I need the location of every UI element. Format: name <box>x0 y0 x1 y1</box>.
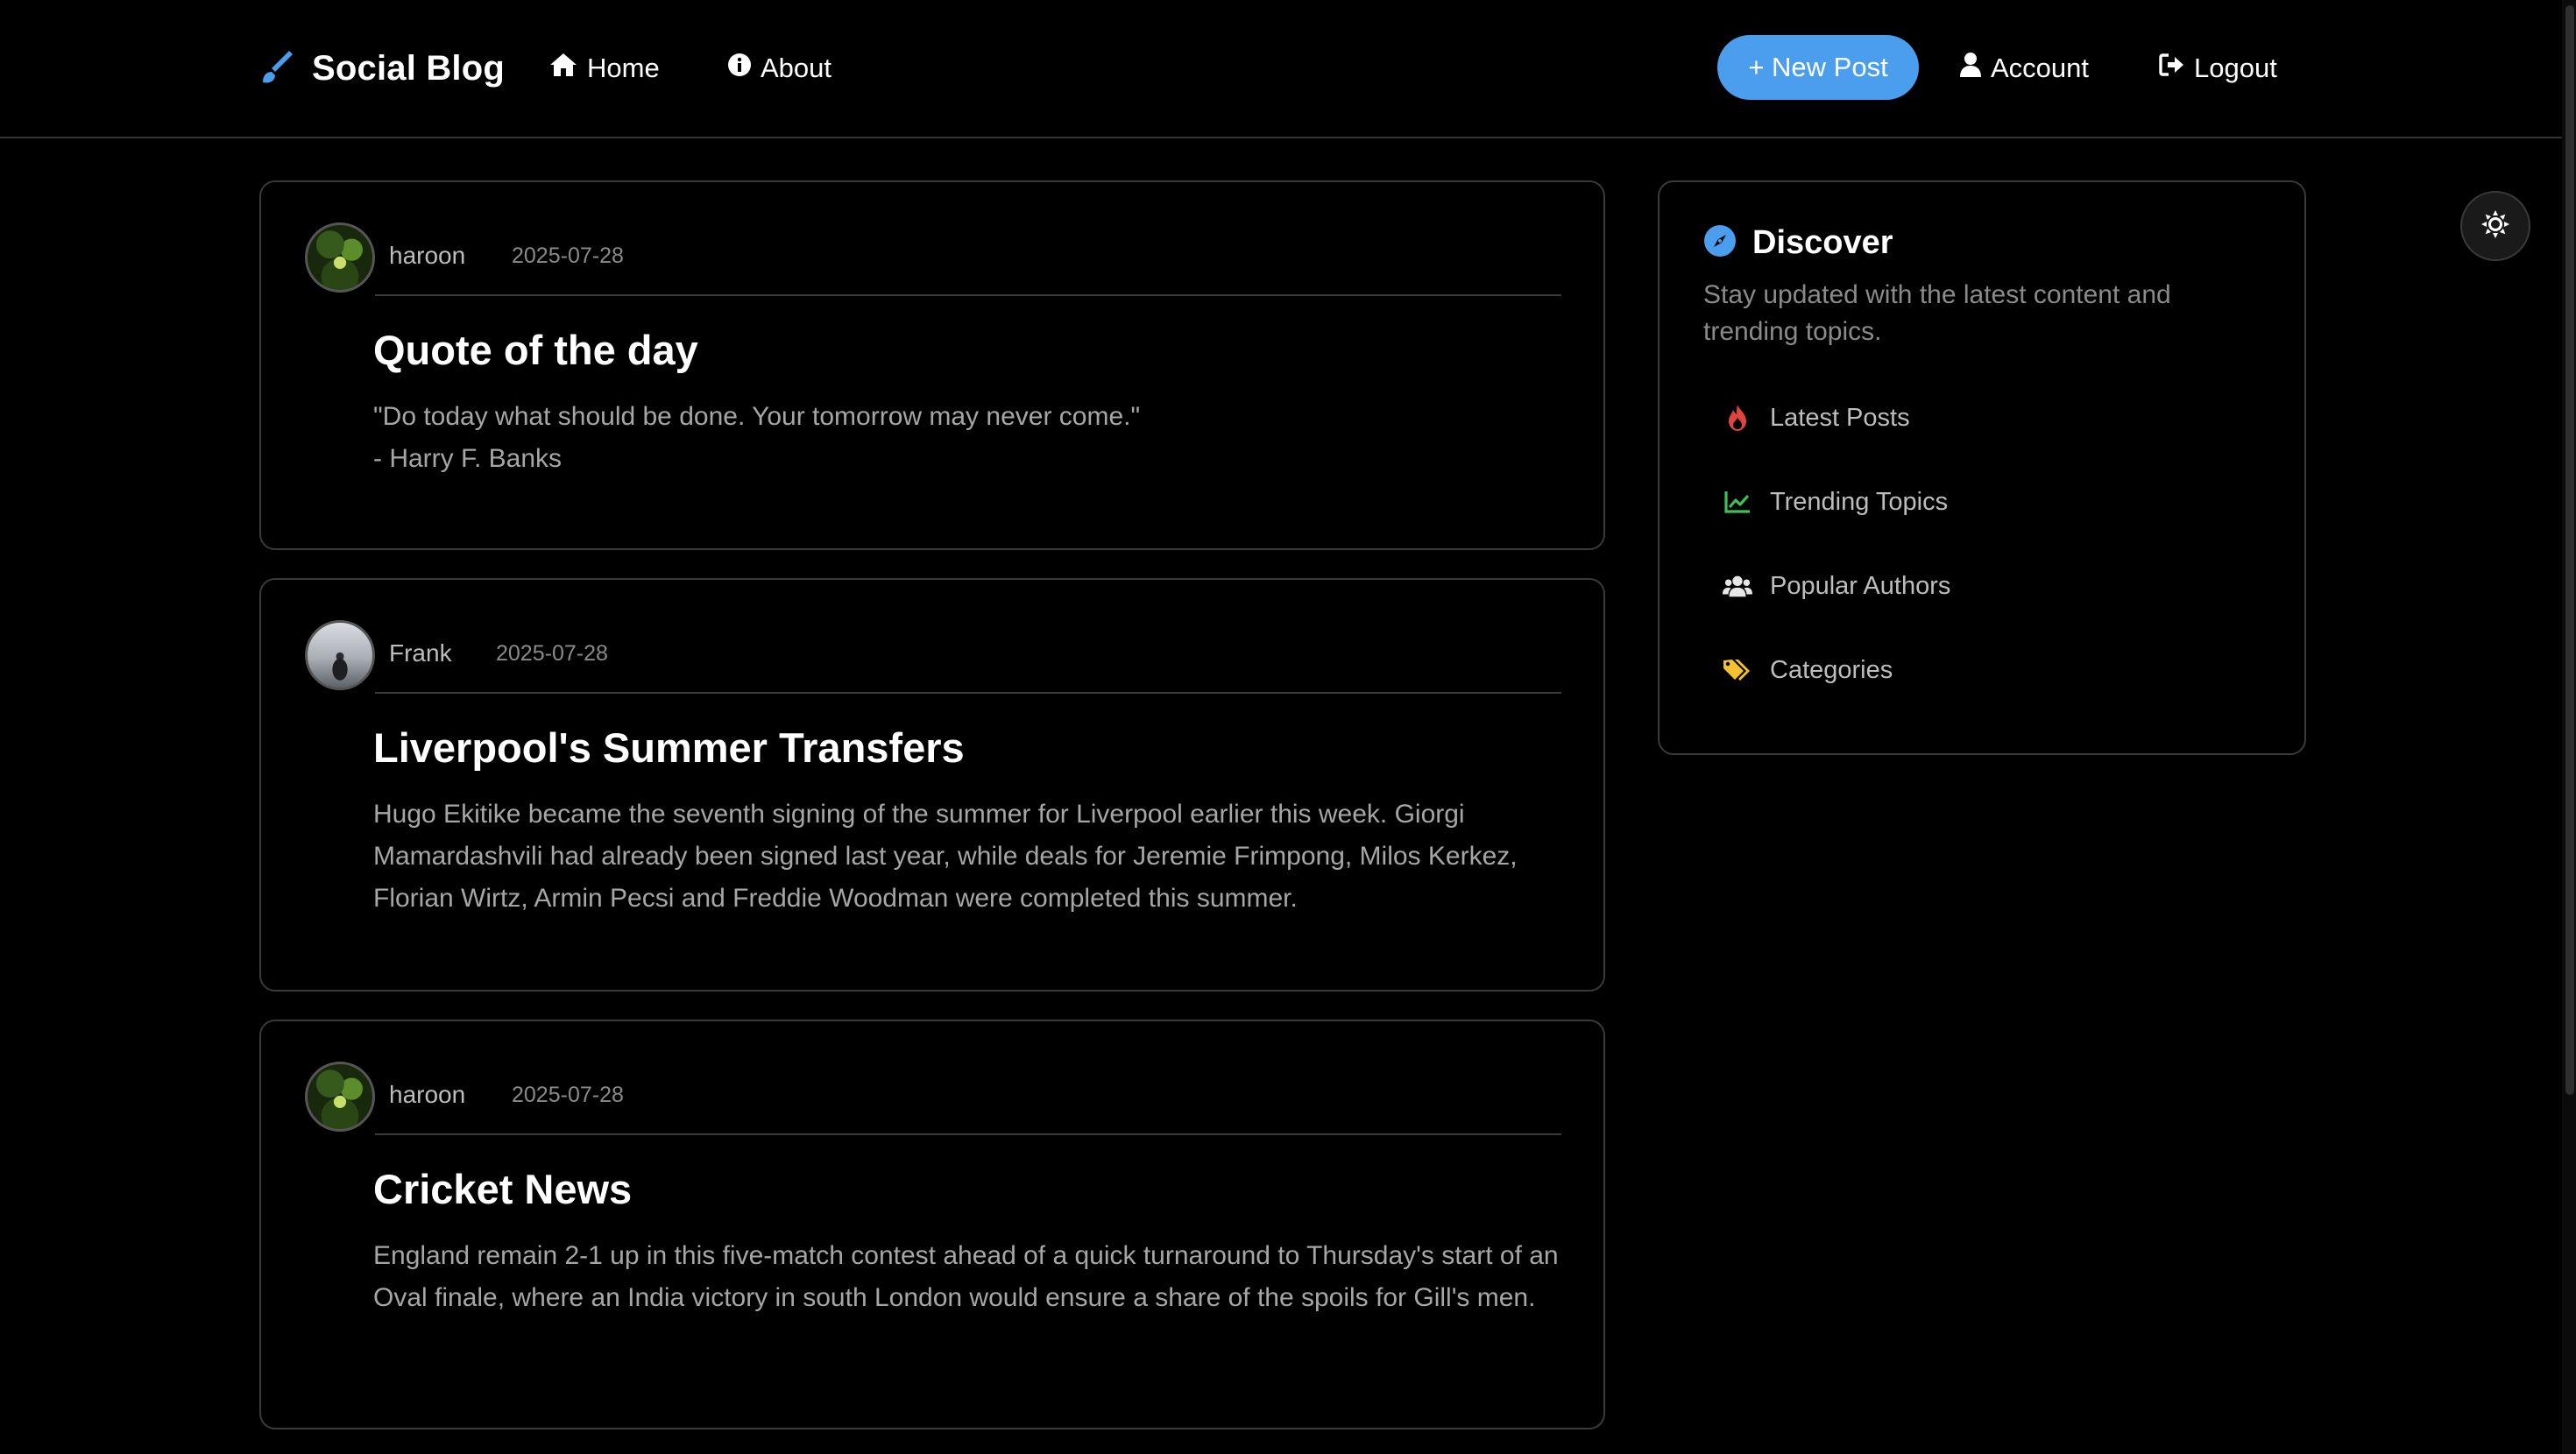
sidebar-item-popular-authors[interactable]: Popular Authors <box>1723 564 1950 608</box>
brush-icon <box>258 47 296 90</box>
avatar[interactable] <box>305 222 375 293</box>
page: Social Blog Home About + New Post Accoun… <box>0 0 2576 1454</box>
sidebar-item-label: Trending Topics <box>1770 487 1949 516</box>
discover-description: Stay updated with the latest content and… <box>1703 280 2171 346</box>
home-icon <box>548 52 578 85</box>
new-post-button[interactable]: + New Post <box>1717 35 1919 100</box>
discover-header: Discover <box>1703 224 1893 262</box>
nav-account-label: Account <box>1991 53 2090 83</box>
sun-icon <box>2480 209 2510 244</box>
nav-logout-label: Logout <box>2194 53 2277 83</box>
post-date: 2025-07-28 <box>512 1083 624 1107</box>
chart-line-icon <box>1723 487 1752 517</box>
sidebar-item-label: Latest Posts <box>1770 403 1910 432</box>
logout-icon <box>2159 53 2185 84</box>
post-author[interactable]: haroon <box>389 1081 465 1109</box>
post-card[interactable]: Frank 2025-07-28 Liverpool's Summer Tran… <box>259 578 1605 992</box>
brand-link[interactable]: Social Blog <box>258 44 505 93</box>
post-author[interactable]: Frank <box>389 639 452 667</box>
post-author[interactable]: haroon <box>389 242 465 270</box>
post-title[interactable]: Cricket News <box>373 1165 632 1213</box>
post-card[interactable]: haroon 2025-07-28 Cricket News England r… <box>259 1020 1605 1429</box>
post-meta: Frank 2025-07-28 <box>305 620 1561 694</box>
info-icon <box>727 53 752 84</box>
nav-home[interactable]: Home <box>548 47 660 89</box>
brand-name: Social Blog <box>312 48 506 88</box>
post-title[interactable]: Liverpool's Summer Transfers <box>373 723 965 772</box>
post-body-line: "Do today what should be done. Your tomo… <box>373 402 1141 431</box>
post-title[interactable]: Quote of the day <box>373 326 698 374</box>
nav-about-label: About <box>761 53 832 83</box>
post-meta: haroon 2025-07-28 <box>305 222 1561 296</box>
divider <box>375 294 1561 296</box>
divider <box>375 1133 1561 1135</box>
discover-title: Discover <box>1752 224 1893 261</box>
post-body: Hugo Ekitike became the seventh signing … <box>373 800 1518 913</box>
divider <box>375 692 1561 694</box>
sidebar-item-label: Popular Authors <box>1770 571 1951 600</box>
theme-toggle-button[interactable] <box>2460 191 2530 261</box>
post-body: "Do today what should be done. Your tomo… <box>373 396 1561 480</box>
compass-icon <box>1703 224 1737 262</box>
post-date: 2025-07-28 <box>496 641 608 666</box>
user-icon <box>1959 52 1982 85</box>
new-post-label: + New Post <box>1748 52 1888 82</box>
sidebar-item-latest-posts[interactable]: Latest Posts <box>1723 396 1910 440</box>
nav-account[interactable]: Account <box>1959 47 2089 89</box>
fire-icon <box>1723 403 1752 433</box>
navbar: Social Blog Home About + New Post Accoun… <box>0 0 2576 138</box>
nav-home-label: Home <box>587 53 660 83</box>
discover-panel: Discover Stay updated with the latest co… <box>1658 180 2306 755</box>
users-icon <box>1723 571 1752 601</box>
scrollbar-thumb[interactable] <box>2565 5 2574 1095</box>
avatar[interactable] <box>305 1062 375 1132</box>
post-body: England remain 2-1 up in this five-match… <box>373 1241 1559 1312</box>
avatar[interactable] <box>305 620 375 690</box>
sidebar-item-categories[interactable]: Categories <box>1723 648 1893 692</box>
nav-about[interactable]: About <box>727 47 832 89</box>
sidebar-item-label: Categories <box>1770 655 1893 684</box>
post-body-line: - Harry F. Banks <box>373 444 563 473</box>
sidebar-item-trending-topics[interactable]: Trending Topics <box>1723 480 1948 524</box>
post-meta: haroon 2025-07-28 <box>305 1062 1561 1135</box>
nav-logout[interactable]: Logout <box>2159 47 2277 89</box>
tags-icon <box>1723 655 1752 685</box>
post-card[interactable]: haroon 2025-07-28 Quote of the day "Do t… <box>259 180 1605 550</box>
post-date: 2025-07-28 <box>512 244 624 268</box>
